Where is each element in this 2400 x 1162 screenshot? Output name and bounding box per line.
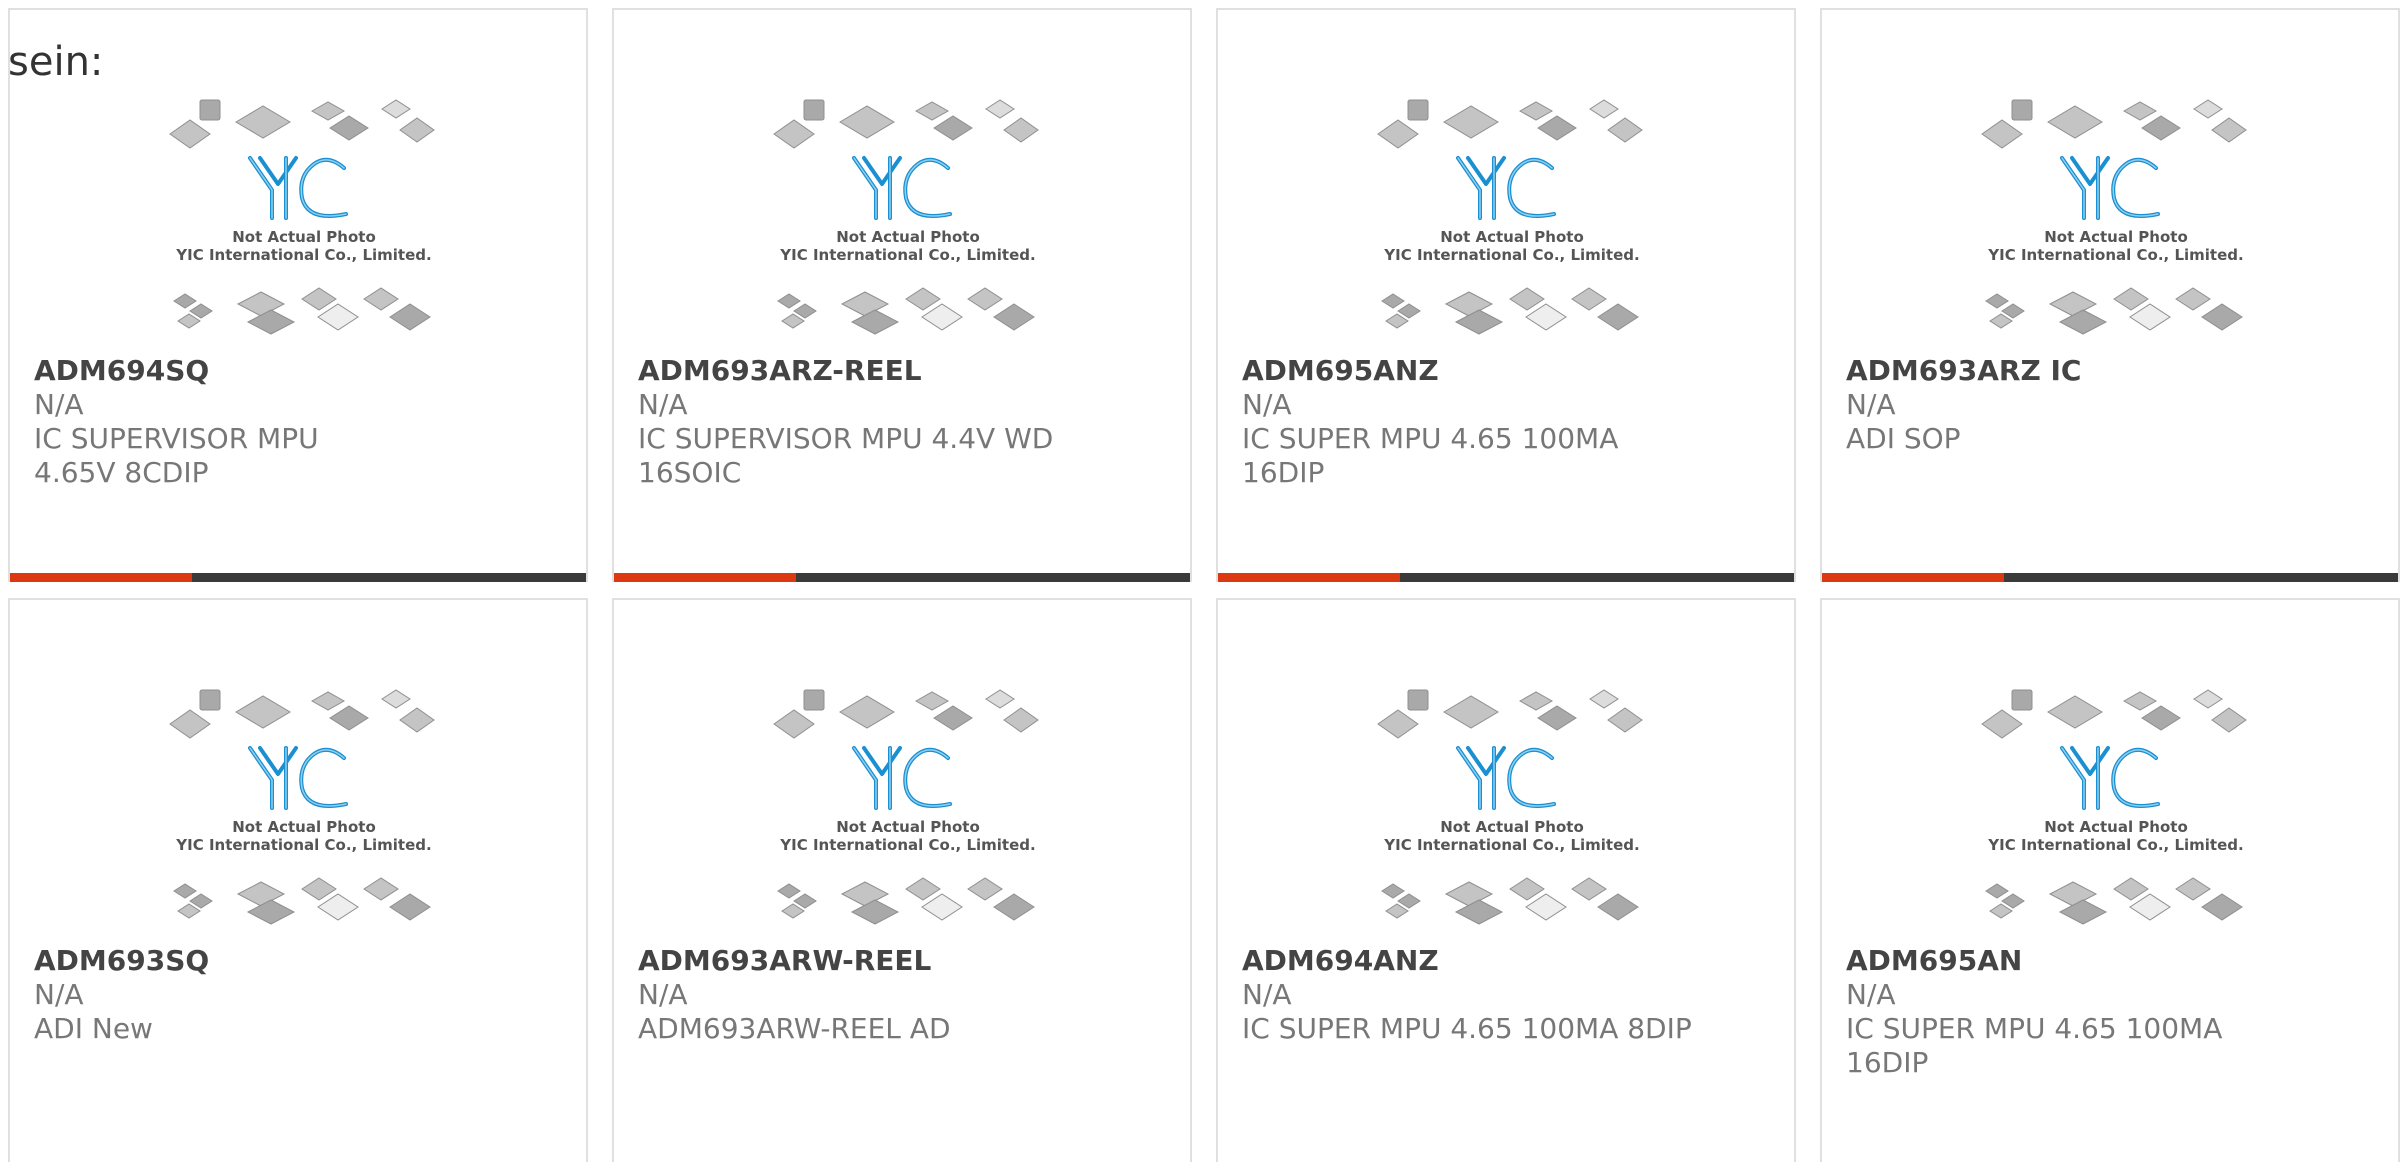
availability: N/A — [1242, 978, 1292, 1011]
photo-caption-line1: Not Actual Photo — [836, 228, 980, 246]
description: ADM693ARW-REEL AD — [638, 1012, 951, 1045]
product-photo-placeholder[interactable]: Not Actual Photo YIC International Co., … — [168, 98, 440, 348]
photo-caption-line2: YIC International Co., Limited. — [1383, 836, 1639, 854]
part-number-link[interactable]: ADM694ANZ — [1242, 944, 1774, 978]
part-number-link[interactable]: ADM693ARZ-REEL — [638, 354, 1170, 388]
product-info: ADM693ARZ-REEL N/A IC SUPERVISOR MPU 4.4… — [638, 354, 1170, 490]
product-photo-placeholder[interactable]: Not Actual Photo YIC International Co., … — [168, 688, 440, 938]
product-info: ADM694ANZ N/A IC SUPER MPU 4.65 100MA 8D… — [1242, 944, 1774, 1046]
card-bottom-bar — [614, 573, 1190, 582]
photo-caption-line1: Not Actual Photo — [1440, 228, 1584, 246]
product-photo-placeholder[interactable]: Not Actual Photo YIC International Co., … — [1980, 688, 2252, 938]
product-photo-placeholder[interactable]: Not Actual Photo YIC International Co., … — [772, 98, 1044, 348]
photo-caption-line1: Not Actual Photo — [2044, 228, 2188, 246]
photo-caption-line1: Not Actual Photo — [836, 818, 980, 836]
photo-caption-line1: Not Actual Photo — [232, 228, 376, 246]
photo-caption-line2: YIC International Co., Limited. — [1987, 246, 2243, 264]
part-number-link[interactable]: ADM694SQ — [34, 354, 566, 388]
chip-photo-icon: Not Actual Photo YIC International Co., … — [773, 689, 1039, 925]
product-grid-page: sein: Not Actual Photo YIC International… — [0, 0, 2400, 1162]
chip-photo-icon: Not Actual Photo YIC International Co., … — [1981, 99, 2247, 335]
availability: N/A — [1846, 978, 1896, 1011]
availability: N/A — [638, 978, 688, 1011]
product-card[interactable]: Not Actual Photo YIC International Co., … — [1216, 598, 1796, 1162]
part-number-link[interactable]: ADM695AN — [1846, 944, 2378, 978]
availability: N/A — [34, 388, 84, 421]
product-card[interactable]: Not Actual Photo YIC International Co., … — [612, 8, 1192, 582]
product-info: ADM693ARZ IC N/A ADI SOP — [1846, 354, 2378, 456]
product-grid: Not Actual Photo YIC International Co., … — [0, 0, 2400, 1162]
part-number-link[interactable]: ADM693ARZ IC — [1846, 354, 2378, 388]
photo-caption-line2: YIC International Co., Limited. — [779, 246, 1035, 264]
availability: N/A — [1242, 388, 1292, 421]
description: IC SUPER MPU 4.65 100MA 16DIP — [1846, 1012, 2223, 1079]
product-photo-placeholder[interactable]: Not Actual Photo YIC International Co., … — [772, 688, 1044, 938]
photo-caption-line1: Not Actual Photo — [2044, 818, 2188, 836]
product-card[interactable]: Not Actual Photo YIC International Co., … — [612, 598, 1192, 1162]
card-bottom-bar — [1218, 573, 1794, 582]
availability: N/A — [34, 978, 84, 1011]
product-info: ADM695ANZ N/A IC SUPER MPU 4.65 100MA 16… — [1242, 354, 1774, 490]
chip-photo-icon: Not Actual Photo YIC International Co., … — [773, 99, 1039, 335]
product-card[interactable]: Not Actual Photo YIC International Co., … — [1820, 8, 2400, 582]
photo-caption-line2: YIC International Co., Limited. — [175, 246, 431, 264]
part-number-link[interactable]: ADM693SQ — [34, 944, 566, 978]
photo-caption-line2: YIC International Co., Limited. — [779, 836, 1035, 854]
chip-photo-icon: Not Actual Photo YIC International Co., … — [169, 99, 435, 335]
description: IC SUPER MPU 4.65 100MA 8DIP — [1242, 1012, 1692, 1045]
part-number-link[interactable]: ADM695ANZ — [1242, 354, 1774, 388]
description: IC SUPERVISOR MPU 4.4V WD 16SOIC — [638, 422, 1054, 489]
product-info: ADM695AN N/A IC SUPER MPU 4.65 100MA 16D… — [1846, 944, 2378, 1080]
chip-photo-icon: Not Actual Photo YIC International Co., … — [1377, 99, 1643, 335]
card-bottom-bar — [1822, 573, 2398, 582]
product-card[interactable]: Not Actual Photo YIC International Co., … — [1820, 598, 2400, 1162]
photo-caption-line2: YIC International Co., Limited. — [175, 836, 431, 854]
chip-photo-icon: Not Actual Photo YIC International Co., … — [1981, 689, 2247, 925]
description: IC SUPER MPU 4.65 100MA 16DIP — [1242, 422, 1619, 489]
product-card[interactable]: Not Actual Photo YIC International Co., … — [8, 598, 588, 1162]
product-photo-placeholder[interactable]: Not Actual Photo YIC International Co., … — [1376, 688, 1648, 938]
photo-caption-line1: Not Actual Photo — [232, 818, 376, 836]
photo-caption-line1: Not Actual Photo — [1440, 818, 1584, 836]
product-photo-placeholder[interactable]: Not Actual Photo YIC International Co., … — [1980, 98, 2252, 348]
product-info: ADM693ARW-REEL N/A ADM693ARW-REEL AD — [638, 944, 1170, 1046]
availability: N/A — [638, 388, 688, 421]
description: ADI SOP — [1846, 422, 1961, 455]
description: IC SUPERVISOR MPU 4.65V 8CDIP — [34, 422, 319, 489]
product-card[interactable]: Not Actual Photo YIC International Co., … — [1216, 8, 1796, 582]
photo-caption-line2: YIC International Co., Limited. — [1383, 246, 1639, 264]
product-info: ADM694SQ N/A IC SUPERVISOR MPU 4.65V 8CD… — [34, 354, 566, 490]
description: ADI New — [34, 1012, 153, 1045]
product-info: ADM693SQ N/A ADI New — [34, 944, 566, 1046]
chip-photo-icon: Not Actual Photo YIC International Co., … — [1377, 689, 1643, 925]
photo-caption-line2: YIC International Co., Limited. — [1987, 836, 2243, 854]
product-photo-placeholder[interactable]: Not Actual Photo YIC International Co., … — [1376, 98, 1648, 348]
card-bottom-bar — [10, 573, 586, 582]
chip-photo-icon: Not Actual Photo YIC International Co., … — [169, 689, 435, 925]
part-number-link[interactable]: ADM693ARW-REEL — [638, 944, 1170, 978]
intro-text: sein: — [8, 39, 104, 85]
availability: N/A — [1846, 388, 1896, 421]
product-card[interactable]: Not Actual Photo YIC International Co., … — [8, 8, 588, 582]
